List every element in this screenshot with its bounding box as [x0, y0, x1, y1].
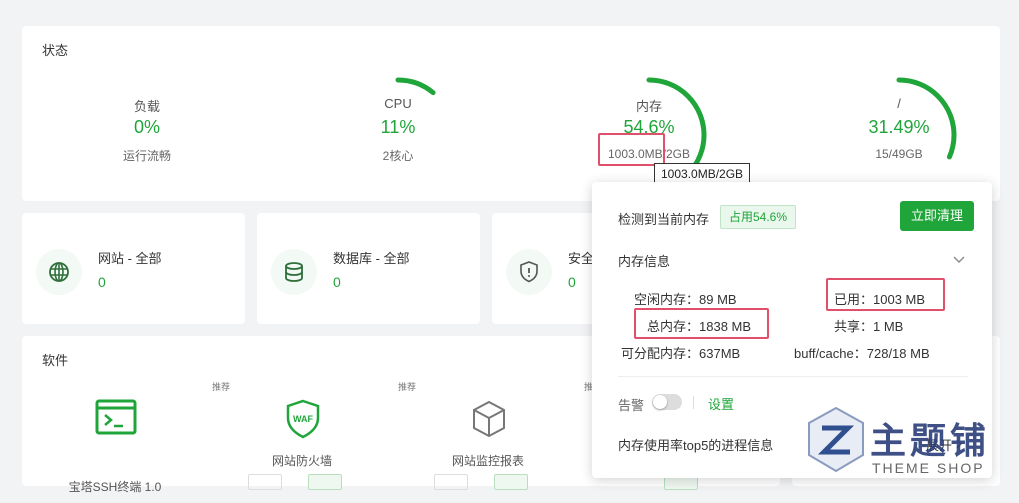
gauge-label: / [897, 96, 901, 111]
gauge-label: 负载 [133, 99, 160, 114]
watermark-text-cn: 主题铺 [870, 421, 991, 462]
summary-card-databases[interactable]: 数据库 - 全部 0 [257, 213, 480, 324]
terminal-icon [95, 398, 137, 440]
gauge-value: 0% [133, 117, 160, 137]
detected-memory-label: 检测到当前内存 [618, 212, 710, 227]
recommend-tag: 推荐 [398, 382, 417, 392]
gauge-label: 内存 [635, 99, 662, 114]
software-action-button[interactable] [494, 474, 528, 490]
gauge-cpu[interactable]: CPU 11% 2核心 [333, 70, 463, 200]
software-name: 宝塔SSH终端 1.0 [68, 480, 162, 494]
software-action-button[interactable] [308, 474, 342, 490]
globe-icon [36, 249, 82, 295]
alarm-toggle[interactable] [652, 394, 682, 410]
gauge-value: 11% [380, 117, 416, 137]
software-item-waf[interactable]: 推荐 WAF 网站防火墙 [212, 378, 392, 490]
gauge-label: CPU [384, 96, 412, 111]
software-item-ssh[interactable]: 宝塔SSH终端 1.0 [25, 378, 205, 494]
shield-icon [506, 249, 552, 295]
chevron-down-icon[interactable] [952, 252, 966, 266]
software-name: 网站防火墙 [271, 454, 332, 468]
gauge-sub: 2核心 [382, 149, 414, 163]
free-memory: 空闲内存：89 MB [634, 292, 737, 307]
memory-sub-highlight [598, 133, 665, 166]
available-memory: 可分配内存：637MB [621, 346, 741, 361]
watermark-text-en: THEME SHOP [872, 460, 985, 476]
summary-title: 网站 - 全部 [98, 251, 162, 266]
waf-icon-text: WAF [293, 414, 313, 424]
waf-shield-icon: WAF [282, 398, 324, 440]
used-memory-highlight [826, 278, 945, 311]
clean-now-button[interactable]: 立即清理 [900, 201, 974, 231]
usage-badge: 占用54.6% [720, 205, 797, 229]
toggle-knob [653, 395, 667, 409]
summary-count[interactable]: 0 [98, 274, 106, 290]
summary-card-sites[interactable]: 网站 - 全部 0 [22, 213, 245, 324]
summary-count[interactable]: 0 [568, 274, 576, 290]
memory-tooltip: 1003.0MB/2GB [654, 163, 751, 184]
alarm-label: 告警 [618, 398, 645, 413]
software-name: 网站监控报表 [451, 454, 524, 468]
gauge-sub: 15/49GB [875, 147, 923, 161]
software-item-monitor[interactable]: 推荐 网站监控报表 [398, 378, 578, 490]
gauge-value: 31.49% [868, 117, 930, 137]
cube-icon [468, 398, 510, 440]
divider [618, 376, 968, 377]
theme-shop-watermark: 主题铺 THEME SHOP [806, 406, 1006, 478]
database-icon [271, 249, 317, 295]
gauge-disk[interactable]: / 31.49% 15/49GB [834, 70, 964, 200]
recommend-tag: 推荐 [212, 382, 231, 392]
summary-title: 数据库 - 全部 [333, 251, 410, 266]
software-action-button[interactable] [434, 474, 468, 490]
summary-title: 安全 [568, 251, 595, 266]
gauge-load[interactable]: 负载 0% 运行流畅 [82, 70, 212, 200]
total-memory-highlight [634, 308, 769, 339]
top5-process-title: 内存使用率top5的进程信息 [618, 438, 774, 453]
software-action-button[interactable] [248, 474, 282, 490]
memory-info-title: 内存信息 [618, 254, 671, 269]
shared-memory: 共享：1 MB [834, 319, 904, 334]
software-title: 软件 [42, 353, 69, 368]
watermark-logo-icon [806, 406, 866, 479]
alarm-settings-link[interactable]: 设置 [708, 394, 734, 413]
gauge-sub: 运行流畅 [122, 149, 171, 163]
summary-count[interactable]: 0 [333, 274, 341, 290]
buff-cache: buff/cache：728/18 MB [794, 346, 930, 361]
divider [693, 396, 694, 409]
status-title: 状态 [42, 43, 69, 58]
